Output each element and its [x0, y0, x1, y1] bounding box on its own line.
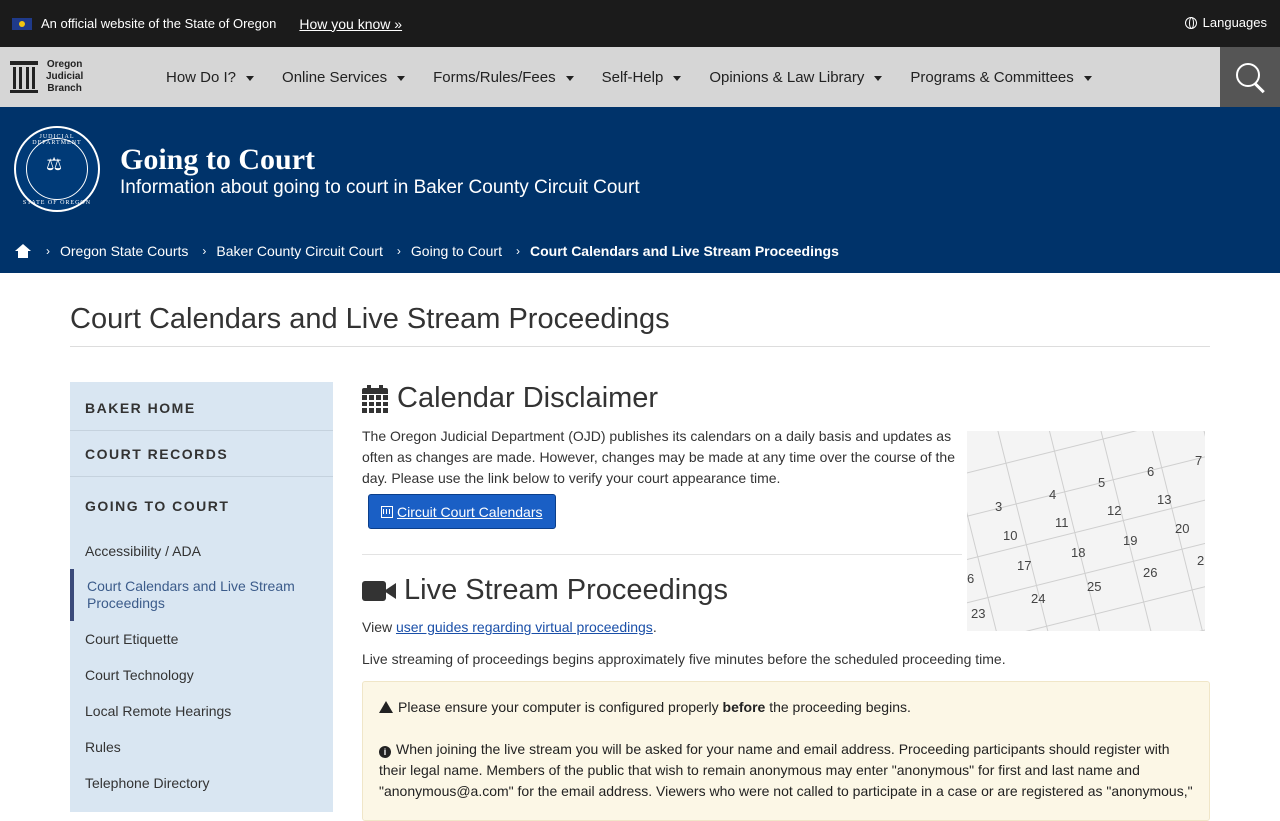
- primary-nav: How Do I? Online Services Forms/Rules/Fe…: [166, 69, 1120, 86]
- user-guides-link[interactable]: user guides regarding virtual proceeding…: [396, 619, 653, 635]
- nav-how-do-i[interactable]: How Do I?: [166, 69, 255, 86]
- title-divider: [70, 346, 1210, 347]
- chevron-right-icon: ›: [202, 244, 207, 258]
- stream-timing-text: Live streaming of proceedings begins app…: [362, 651, 1006, 667]
- home-icon[interactable]: [14, 244, 32, 258]
- calendar-disclaimer-heading: Calendar Disclaimer: [362, 382, 1210, 415]
- video-camera-icon: [362, 580, 396, 601]
- main-content: Calendar Disclaimer The Oregon Judicial …: [362, 382, 1210, 821]
- info-line: i When joining the live stream you will b…: [379, 741, 1193, 799]
- section-divider: [362, 554, 962, 555]
- caret-down-icon: [246, 75, 255, 81]
- warning-line: Please ensure your computer is configure…: [379, 697, 1193, 718]
- nav-self-help[interactable]: Self-Help: [602, 69, 682, 86]
- sidebar-item-local-remote-hearings[interactable]: Local Remote Hearings: [70, 693, 333, 729]
- sidebar-item-accessibility[interactable]: Accessibility / ADA: [70, 533, 333, 569]
- calendar-icon: [362, 384, 388, 413]
- live-stream-heading: Live Stream Proceedings: [362, 574, 728, 607]
- warning-icon: [379, 701, 393, 713]
- search-button[interactable]: [1220, 47, 1280, 107]
- hero-subtitle: Information about going to court in Bake…: [120, 177, 640, 198]
- sidebar-going-to-court[interactable]: GOING TO COURT: [70, 479, 333, 533]
- pillar-icon: [10, 61, 38, 93]
- breadcrumb-baker-county[interactable]: Baker County Circuit Court: [216, 243, 383, 259]
- caret-down-icon: [874, 75, 883, 81]
- caret-down-icon: [397, 75, 406, 81]
- caret-down-icon: [1083, 75, 1092, 81]
- hero-title: Going to Court: [120, 143, 315, 176]
- globe-icon: [1184, 16, 1197, 29]
- nav-online-services[interactable]: Online Services: [282, 69, 406, 86]
- circuit-court-calendars-button[interactable]: Circuit Court Calendars: [368, 494, 556, 529]
- scales-icon: ⚖: [46, 154, 63, 174]
- sidebar-court-records[interactable]: COURT RECORDS: [70, 431, 333, 477]
- chevron-right-icon: ›: [396, 244, 401, 258]
- sidebar-item-rules[interactable]: Rules: [70, 729, 333, 765]
- ojd-logo[interactable]: Oregon Judicial Branch: [10, 59, 150, 95]
- chevron-right-icon: ›: [46, 244, 50, 258]
- sidebar-item-court-calendars[interactable]: Court Calendars and Live Stream Proceedi…: [70, 569, 333, 621]
- nav-forms-rules-fees[interactable]: Forms/Rules/Fees: [433, 69, 574, 86]
- languages-label: Languages: [1202, 15, 1267, 30]
- notice-box: Please ensure your computer is configure…: [362, 681, 1210, 821]
- caret-down-icon: [673, 75, 682, 81]
- sidebar-item-telephone-directory[interactable]: Telephone Directory: [70, 765, 333, 801]
- sidebar-item-court-etiquette[interactable]: Court Etiquette: [70, 621, 333, 657]
- official-text: An official website of the State of Oreg…: [41, 16, 277, 31]
- how-you-know-link[interactable]: How you know »: [299, 16, 402, 32]
- page-title: Court Calendars and Live Stream Proceedi…: [70, 303, 670, 335]
- sidebar-item-court-technology[interactable]: Court Technology: [70, 657, 333, 693]
- logo-text: Oregon Judicial Branch: [46, 59, 84, 94]
- chevron-right-icon: ›: [515, 244, 520, 258]
- search-icon: [1236, 63, 1260, 87]
- oregon-flag-icon: [12, 17, 32, 30]
- caret-down-icon: [565, 75, 574, 81]
- sidebar-baker-home[interactable]: BAKER HOME: [70, 385, 333, 431]
- calendar-disclaimer-text: The Oregon Judicial Department (OJD) pub…: [362, 428, 956, 486]
- nav-opinions-law-library[interactable]: Opinions & Law Library: [709, 69, 883, 86]
- sidebar: BAKER HOME COURT RECORDS GOING TO COURT …: [70, 382, 333, 812]
- hero-banner: JUDICIAL DEPARTMENT ⚖ STATE OF OREGON Go…: [0, 107, 1280, 273]
- info-icon: i: [379, 746, 391, 758]
- languages-button[interactable]: Languages: [1184, 15, 1267, 30]
- calendar-icon: [381, 505, 393, 518]
- breadcrumb-current: Court Calendars and Live Stream Proceedi…: [529, 243, 839, 259]
- breadcrumb-oregon-state-courts[interactable]: Oregon State Courts: [60, 243, 188, 259]
- main-navbar: Oregon Judicial Branch How Do I? Online …: [0, 47, 1280, 107]
- calendar-photo: 3 4 5 6 7 10 11 12 13 17 18 19 20 23 24 …: [967, 431, 1205, 631]
- breadcrumb-going-to-court[interactable]: Going to Court: [411, 243, 502, 259]
- official-banner: An official website of the State of Oreg…: [0, 0, 1280, 47]
- nav-programs-committees[interactable]: Programs & Committees: [910, 69, 1092, 86]
- judicial-seal: JUDICIAL DEPARTMENT ⚖ STATE OF OREGON: [14, 126, 100, 212]
- breadcrumb: › Oregon State Courts › Baker County Cir…: [14, 243, 839, 259]
- view-guides-line: View user guides regarding virtual proce…: [362, 619, 657, 635]
